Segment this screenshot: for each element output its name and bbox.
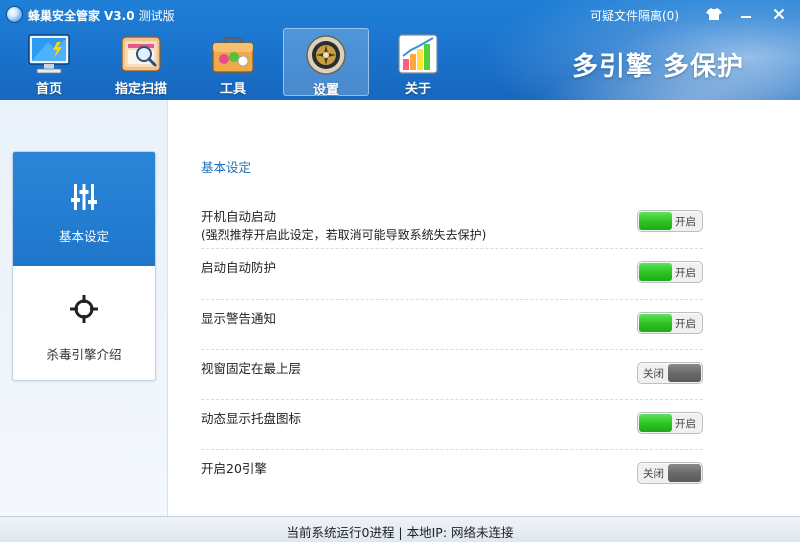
tray-icon-toggle[interactable]: 开启 [637,412,703,434]
sidebar-item-label: 杀毒引擎介绍 [46,347,122,362]
app-version: V3.0 [104,9,135,23]
setting-label: 开机自动启动 [201,209,277,224]
toggle-label: 开启 [675,418,696,430]
title-bar-header: 蜂巢安全管家 V3.0 测试版 可疑文件隔离(0) 首页 指定扫描 工具 设置 … [0,0,800,100]
nav-item-label: 工具 [219,82,246,97]
left-panel: 基本设定 杀毒引擎介绍 [0,100,168,516]
close-button[interactable] [768,4,790,24]
toggle-fill [668,464,701,482]
chart-icon [398,34,438,74]
setting-note: (强烈推荐开启此设定，若取消可能导致系统失去保护) [201,228,487,242]
sidebar-item-label: 基本设定 [58,229,109,244]
app-logo-icon [6,6,23,23]
tshirt-icon [706,8,722,20]
setting-row-tray-icon: 动态显示托盘图标 开启 [201,400,703,450]
sidebar-item-basic-settings[interactable]: 基本设定 [13,152,155,266]
section-title: 基本设定 [201,160,252,175]
setting-label: 启动自动防护 [201,260,277,275]
minimize-icon [741,16,751,18]
setting-label: 显示警告通知 [201,311,277,326]
sliders-icon [71,184,97,210]
toolbox-icon [212,37,254,73]
toggle-label: 关闭 [643,468,664,480]
toggle-fill [639,314,672,332]
auto-protect-toggle[interactable]: 开启 [637,261,703,283]
crosshair-icon [70,295,98,323]
setting-label: 开启20引擎 [201,461,267,476]
app-title: 蜂巢安全管家 V3.0 测试版 [28,7,175,24]
settings-gear-icon [306,35,346,75]
nav-item-label: 指定扫描 [114,82,167,97]
nav-item-scan[interactable]: 指定扫描 [98,28,184,97]
nav-item-settings[interactable]: 设置 [283,28,369,98]
quarantine-link[interactable]: 可疑文件隔离(0) [590,7,679,24]
nav-item-label: 设置 [312,83,339,98]
monitor-icon [28,34,70,74]
setting-row-auto-protect: 启动自动防护 开启 [201,249,703,300]
toggle-fill [639,212,672,230]
toggle-label: 开启 [675,267,696,279]
toggle-label: 关闭 [643,368,664,380]
slogan: 多引擎 多保护 [572,52,745,82]
skin-button[interactable] [703,4,725,24]
minimize-button[interactable] [735,4,757,24]
nav-item-label: 首页 [35,82,62,97]
toggle-fill [639,414,672,432]
toggle-label: 开启 [675,216,696,228]
nav-item-tools[interactable]: 工具 [190,28,276,97]
app-name: 蜂巢安全管家 [28,9,101,23]
nav-item-about[interactable]: 关于 [375,28,461,97]
setting-label: 动态显示托盘图标 [201,411,302,426]
setting-row-autostart: 开机自动启动 (强烈推荐开启此设定，若取消可能导致系统失去保护) 开启 [201,198,703,249]
folder-scan-icon [121,36,161,72]
always-on-top-toggle[interactable]: 关闭 [637,362,703,384]
toggle-fill [668,364,701,382]
status-text: 当前系统运行0进程 | 本地IP: 网络未连接 [286,525,514,540]
settings-content: 基本设定 开机自动启动 (强烈推荐开启此设定，若取消可能导致系统失去保护) 开启… [169,100,800,516]
settings-sidebar: 基本设定 杀毒引擎介绍 [12,151,156,381]
setting-row-always-on-top: 视窗固定在最上层 关闭 [201,350,703,400]
close-icon [773,8,785,20]
nav-item-home[interactable]: 首页 [6,28,92,97]
setting-row-warning-notify: 显示警告通知 开启 [201,300,703,350]
nav-item-label: 关于 [404,82,431,97]
app-edition: 测试版 [138,9,175,23]
setting-row-20-engines: 开启20引擎 关闭 [201,450,703,500]
setting-label: 视窗固定在最上层 [201,361,302,376]
toggle-fill [639,263,672,281]
status-bar: 当前系统运行0进程 | 本地IP: 网络未连接 [0,516,800,542]
20-engines-toggle[interactable]: 关闭 [637,462,703,484]
autostart-toggle[interactable]: 开启 [637,210,703,232]
warning-notify-toggle[interactable]: 开启 [637,312,703,334]
sidebar-item-engine-intro[interactable]: 杀毒引擎介绍 [13,266,155,380]
toggle-label: 开启 [675,318,696,330]
